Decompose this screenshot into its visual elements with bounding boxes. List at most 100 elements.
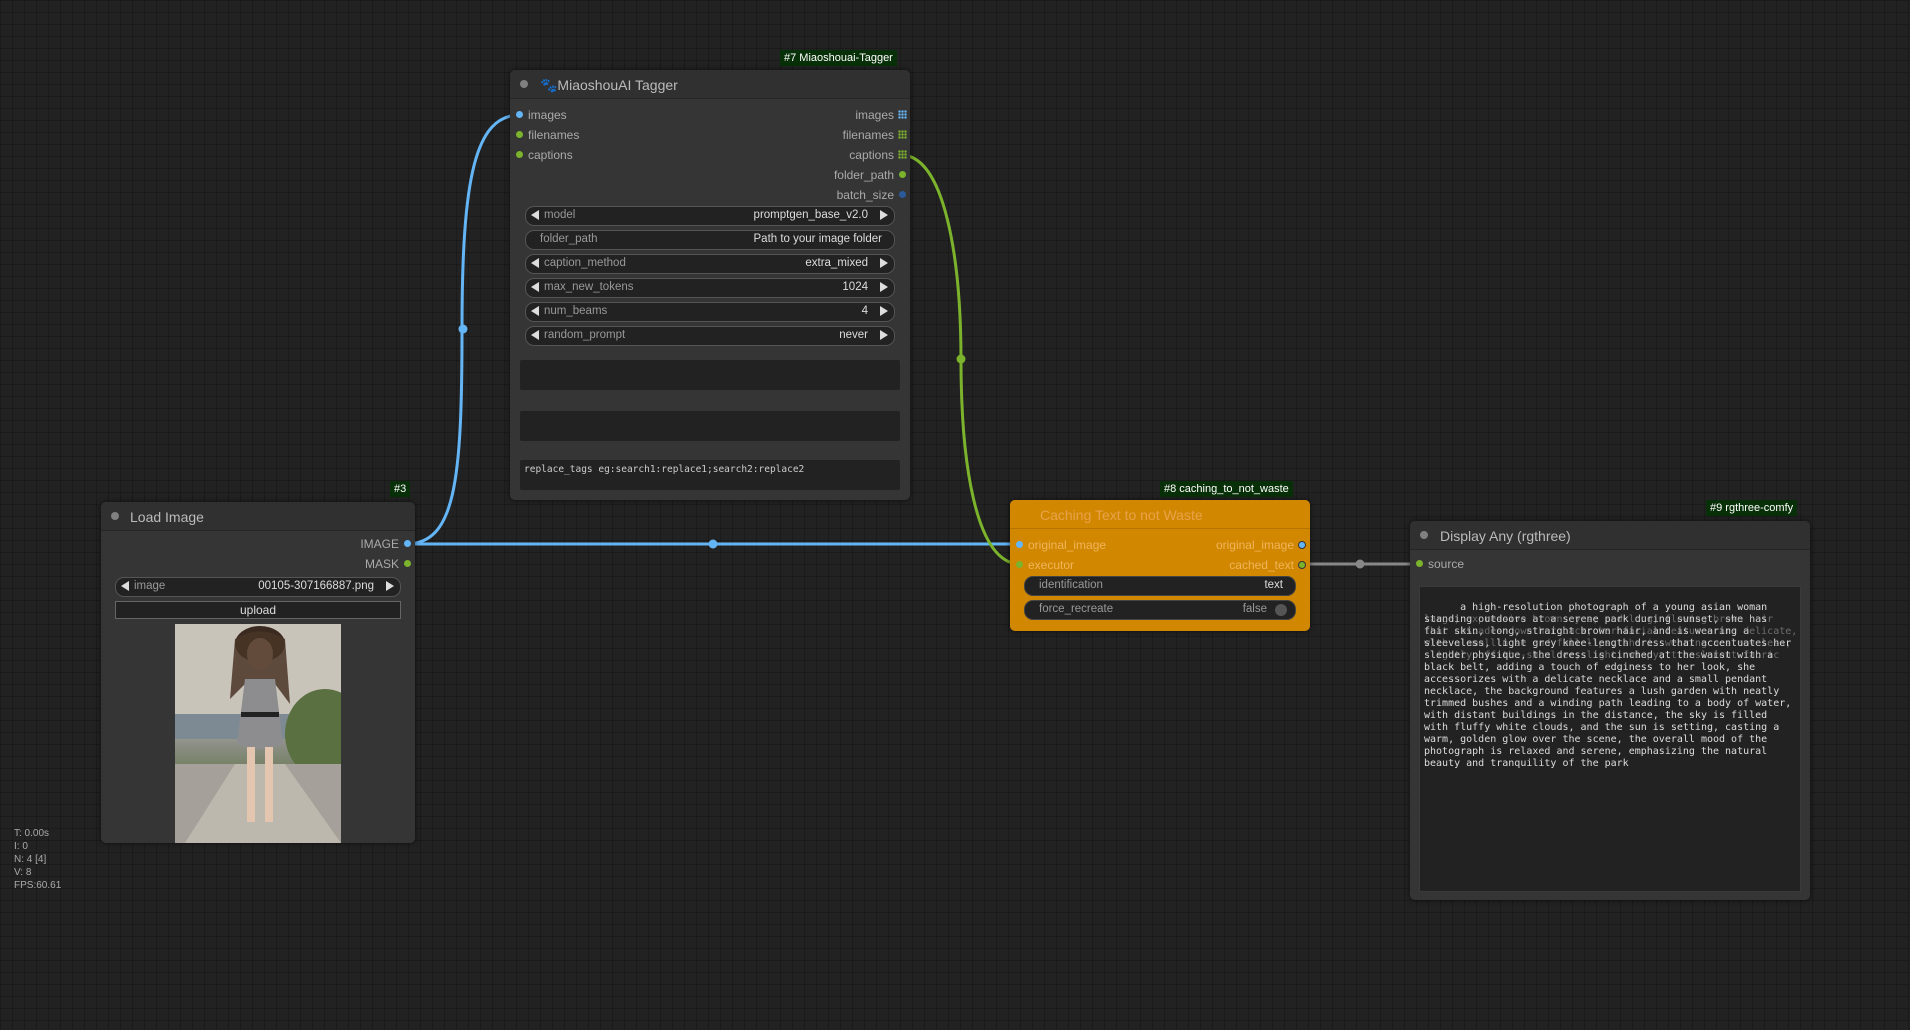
widget-value: 1024 bbox=[842, 281, 868, 293]
stat-fps: FPS:60.61 bbox=[14, 880, 62, 891]
slot-dot-icon bbox=[899, 171, 906, 178]
node-title: Caching Text to not Waste bbox=[1040, 507, 1203, 523]
slot-dot-icon bbox=[516, 151, 523, 158]
slot-label: cached_text bbox=[1229, 558, 1294, 572]
arrow-left-icon[interactable] bbox=[531, 282, 539, 292]
arrow-right-icon[interactable] bbox=[386, 581, 394, 591]
stats-overlay: T: 0.00s I: 0 N: 4 [4] V: 8 FPS:60.61 bbox=[14, 827, 61, 892]
output-slot-folder-path[interactable]: folder_path bbox=[748, 167, 908, 183]
collapse-dot-icon[interactable] bbox=[1420, 531, 1428, 539]
random-prompt-combo[interactable]: random_prompt never bbox=[525, 326, 895, 346]
output-slot-captions[interactable]: captions bbox=[748, 147, 908, 163]
list-slot-icon bbox=[898, 110, 907, 119]
slot-dot-icon bbox=[1298, 541, 1306, 549]
arrow-right-icon[interactable] bbox=[880, 330, 888, 340]
num-beams-stepper[interactable]: num_beams 4 bbox=[525, 302, 895, 322]
widget-value: promptgen_base_v2.0 bbox=[753, 209, 868, 221]
node-title-bar[interactable]: Display Any (rgthree) bbox=[1410, 521, 1810, 550]
slot-label: images bbox=[528, 108, 567, 122]
miaoshou-tagger-node[interactable]: 🐾MiaoshouAI Tagger images filenames capt… bbox=[510, 70, 910, 500]
slot-dot-icon bbox=[404, 560, 411, 567]
folder-path-input[interactable]: folder_path Path to your image folder bbox=[525, 230, 895, 250]
max-new-tokens-stepper[interactable]: max_new_tokens 1024 bbox=[525, 278, 895, 298]
slot-label: executor bbox=[1028, 558, 1075, 572]
image-preview bbox=[175, 624, 341, 843]
slot-dot-icon bbox=[1016, 541, 1023, 548]
slot-dot-icon bbox=[1416, 560, 1423, 567]
input-slot-captions[interactable]: captions bbox=[514, 147, 664, 163]
stat-vertices: V: 8 bbox=[14, 867, 32, 878]
caching-text-node[interactable]: Caching Text to not Waste original_image… bbox=[1010, 500, 1310, 631]
prompt-textarea-1[interactable] bbox=[520, 360, 900, 390]
slot-label: MASK bbox=[364, 557, 399, 571]
node-badge-display-any: #9 rgthree-comfy bbox=[1706, 500, 1798, 516]
input-slot-executor[interactable]: executor bbox=[1014, 557, 1154, 573]
link-captions-to-executor-midpoint[interactable] bbox=[956, 354, 966, 364]
input-slot-images[interactable]: images bbox=[514, 107, 664, 123]
caption-method-combo[interactable]: caption_method extra_mixed bbox=[525, 254, 895, 274]
widget-value: Path to your image folder bbox=[753, 233, 883, 245]
output-slot-cached-text[interactable]: cached_text bbox=[1168, 557, 1308, 573]
slot-label: filenames bbox=[528, 128, 580, 142]
collapse-dot-icon[interactable] bbox=[111, 512, 119, 520]
input-slot-source[interactable]: source bbox=[1414, 556, 1554, 572]
force-recreate-toggle[interactable]: force_recreate false bbox=[1024, 600, 1296, 620]
display-any-node[interactable]: Display Any (rgthree) source a high-reso… bbox=[1410, 521, 1810, 900]
slot-dot-icon bbox=[1016, 561, 1023, 568]
widget-label: image bbox=[134, 580, 166, 592]
node-title-bar[interactable]: Caching Text to not Waste bbox=[1010, 500, 1310, 529]
link-captions-to-executor[interactable] bbox=[900, 153, 1021, 566]
widget-value: extra_mixed bbox=[805, 257, 868, 269]
link-image-to-tagger-midpoint[interactable] bbox=[458, 324, 468, 334]
stat-nodes: N: 4 [4] bbox=[14, 854, 47, 865]
link-image-to-tagger[interactable] bbox=[405, 113, 521, 546]
identification-input[interactable]: identification text bbox=[1024, 576, 1296, 596]
arrow-left-icon[interactable] bbox=[531, 330, 539, 340]
arrow-right-icon[interactable] bbox=[880, 210, 888, 220]
photo-illustration bbox=[175, 624, 341, 843]
arrow-right-icon[interactable] bbox=[880, 282, 888, 292]
output-slot-mask[interactable]: MASK bbox=[293, 556, 413, 572]
output-slot-filenames[interactable]: filenames bbox=[748, 127, 908, 143]
widget-value: false bbox=[1242, 603, 1267, 615]
node-title-bar[interactable]: 🐾MiaoshouAI Tagger bbox=[510, 70, 910, 99]
slot-label: original_image bbox=[1215, 538, 1294, 552]
load-image-node[interactable]: Load Image IMAGE MASK image 00105-307166… bbox=[101, 502, 415, 843]
output-slot-batch-size[interactable]: batch_size bbox=[748, 187, 908, 203]
node-title-bar[interactable]: Load Image bbox=[101, 502, 415, 531]
output-slot-original-image[interactable]: original_image bbox=[1168, 537, 1308, 553]
link-image-to-caching-midpoint[interactable] bbox=[708, 539, 718, 549]
upload-button[interactable]: upload bbox=[115, 601, 401, 619]
input-slot-filenames[interactable]: filenames bbox=[514, 127, 664, 143]
node-title: Load Image bbox=[130, 509, 204, 525]
widget-value: 4 bbox=[861, 305, 868, 317]
arrow-left-icon[interactable] bbox=[531, 210, 539, 220]
widget-label: force_recreate bbox=[1039, 603, 1114, 615]
replace-tags-textarea[interactable]: replace_tags eg:search1:replace1;search2… bbox=[520, 460, 900, 490]
slot-dot-icon bbox=[516, 131, 523, 138]
slot-dot-icon bbox=[1298, 561, 1306, 569]
slot-label: source bbox=[1428, 557, 1465, 571]
widget-label: model bbox=[544, 209, 576, 221]
output-slot-images[interactable]: images bbox=[748, 107, 908, 123]
arrow-left-icon[interactable] bbox=[531, 258, 539, 268]
node-title: 🐾MiaoshouAI Tagger bbox=[540, 77, 678, 93]
arrow-right-icon[interactable] bbox=[880, 258, 888, 268]
image-file-combo[interactable]: image 00105-307166887.png bbox=[115, 577, 401, 597]
collapse-dot-icon[interactable] bbox=[520, 80, 528, 88]
widget-label: identification bbox=[1039, 579, 1103, 591]
arrow-left-icon[interactable] bbox=[121, 581, 129, 591]
display-text-area[interactable]: a high-resolution photograph of a young … bbox=[1419, 586, 1801, 892]
output-slot-image[interactable]: IMAGE bbox=[293, 536, 413, 552]
link-cached-text-to-source-midpoint[interactable] bbox=[1355, 559, 1365, 569]
widget-label: num_beams bbox=[544, 305, 608, 317]
input-slot-original-image[interactable]: original_image bbox=[1014, 537, 1154, 553]
arrow-left-icon[interactable] bbox=[531, 306, 539, 316]
prompt-textarea-2[interactable] bbox=[520, 411, 900, 441]
arrow-right-icon[interactable] bbox=[880, 306, 888, 316]
toggle-knob-icon[interactable] bbox=[1275, 604, 1287, 616]
node-graph-canvas[interactable]: #7 Miaoshouai-Tagger 🐾MiaoshouAI Tagger … bbox=[0, 0, 1910, 1030]
slot-label: captions bbox=[849, 148, 894, 162]
widget-value: 00105-307166887.png bbox=[258, 580, 374, 592]
model-combo[interactable]: model promptgen_base_v2.0 bbox=[525, 206, 895, 226]
